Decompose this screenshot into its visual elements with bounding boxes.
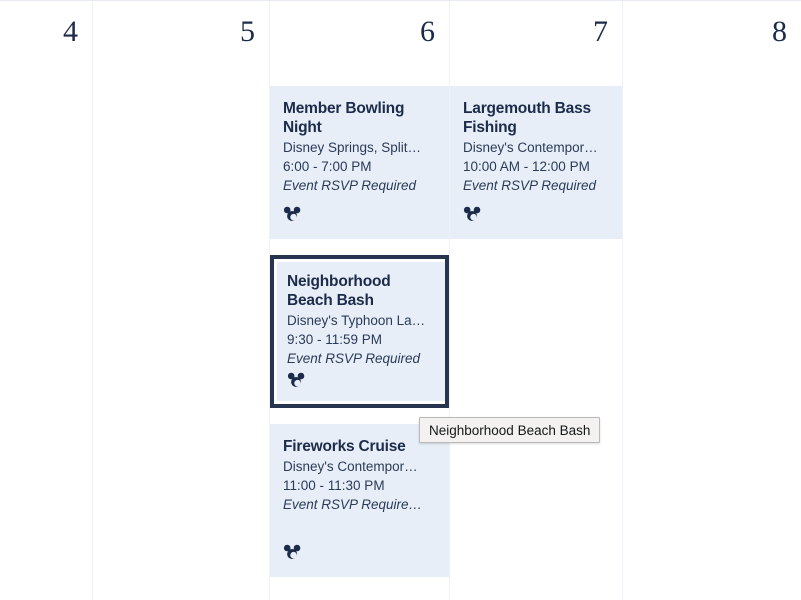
day-7-event-list: Largemouth Bass Fishing Disney's Contemp… xyxy=(450,86,622,255)
day-number-8: 8 xyxy=(772,15,787,48)
event-title: Member Bowling Night xyxy=(283,100,405,136)
calendar-week-grid: 4 5 6 Member Bowling Night Disney Spring… xyxy=(0,0,801,600)
day-column-5[interactable]: 5 xyxy=(92,1,269,600)
mickey-head-icon xyxy=(283,206,301,222)
event-location: Disney's Contempor… xyxy=(463,140,598,155)
event-tooltip: Neighborhood Beach Bash xyxy=(419,417,601,443)
mickey-head-icon xyxy=(283,544,301,560)
event-rsvp-status: Event RSVP Require… xyxy=(283,497,423,512)
day-column-6[interactable]: 6 Member Bowling Night Disney Springs, S… xyxy=(269,1,449,600)
day-column-7[interactable]: 7 Largemouth Bass Fishing Disney's Conte… xyxy=(449,1,622,600)
event-time: 10:00 AM - 12:00 PM xyxy=(463,159,590,174)
event-location: Disney's Typhoon La… xyxy=(287,313,426,328)
day-column-4[interactable]: 4 xyxy=(0,1,92,600)
mickey-head-icon xyxy=(287,372,305,388)
day-number-7: 7 xyxy=(593,15,608,48)
event-time: 9:30 - 11:59 PM xyxy=(287,332,383,347)
event-title: Fireworks Cruise xyxy=(283,438,406,455)
event-card-largemouth-bass-fishing[interactable]: Largemouth Bass Fishing Disney's Contemp… xyxy=(450,86,622,239)
event-rsvp-status: Event RSVP Required xyxy=(283,178,417,193)
event-time: 11:00 - 11:30 PM xyxy=(283,478,385,493)
event-title: Neighborhood Beach Bash xyxy=(287,273,391,309)
event-rsvp-status: Event RSVP Required xyxy=(287,351,421,366)
event-location: Disney's Contempor… xyxy=(283,459,418,474)
day-number-5: 5 xyxy=(240,15,255,48)
event-card-neighborhood-beach-bash-selected[interactable]: Neighborhood Beach Bash Disney's Typhoon… xyxy=(270,255,449,408)
event-time: 6:00 - 7:00 PM xyxy=(283,159,372,174)
event-card-fireworks-cruise[interactable]: Fireworks Cruise Disney's Contempor… 11:… xyxy=(270,424,449,577)
event-title: Largemouth Bass Fishing xyxy=(463,100,591,136)
event-rsvp-status: Event RSVP Required xyxy=(463,178,597,193)
day-number-6: 6 xyxy=(420,15,435,48)
mickey-head-icon xyxy=(463,206,481,222)
event-location: Disney Springs, Split… xyxy=(283,140,422,155)
event-card-member-bowling-night[interactable]: Member Bowling Night Disney Springs, Spl… xyxy=(270,86,449,239)
day-column-8[interactable]: 8 xyxy=(622,1,801,600)
day-number-4: 4 xyxy=(63,15,78,48)
day-6-event-list: Member Bowling Night Disney Springs, Spl… xyxy=(270,86,449,593)
